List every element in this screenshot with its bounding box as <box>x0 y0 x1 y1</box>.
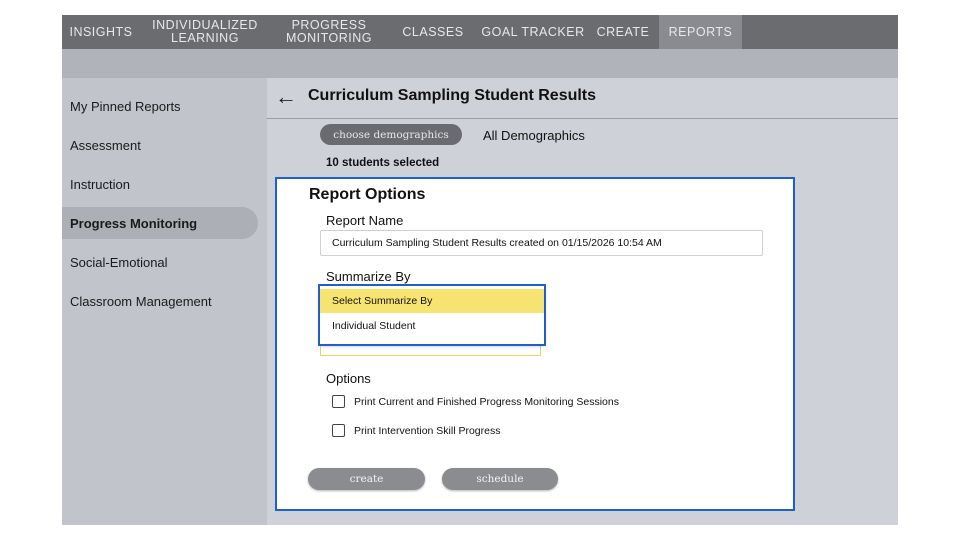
title-row: ← Curriculum Sampling Student Results <box>267 78 898 119</box>
top-nav: INSIGHTS INDIVIDUALIZED LEARNING PROGRES… <box>62 15 898 49</box>
nav-reports[interactable]: REPORTS <box>659 15 742 49</box>
nav-progress-monitoring[interactable]: PROGRESS MONITORING <box>270 15 388 49</box>
nav-individualized-learning[interactable]: INDIVIDUALIZED LEARNING <box>140 15 270 49</box>
sub-bar <box>62 49 898 78</box>
sidebar-item-my-pinned-reports[interactable]: My Pinned Reports <box>62 90 258 122</box>
demographics-value: All Demographics <box>483 128 585 143</box>
sidebar-item-progress-monitoring[interactable]: Progress Monitoring <box>62 207 258 239</box>
choose-demographics-button[interactable]: choose demographics <box>320 124 462 145</box>
sidebar-item-instruction[interactable]: Instruction <box>62 168 258 200</box>
nav-classes[interactable]: CLASSES <box>388 15 478 49</box>
nav-insights[interactable]: INSIGHTS <box>62 15 140 49</box>
back-arrow-icon[interactable]: ← <box>275 84 297 110</box>
dropdown-highlight <box>318 284 546 346</box>
sidebar-item-classroom-management[interactable]: Classroom Management <box>62 285 258 317</box>
students-selected: 10 students selected <box>326 157 440 169</box>
sidebar-item-social-emotional[interactable]: Social-Emotional <box>62 246 258 278</box>
sidebar-item-assessment[interactable]: Assessment <box>62 129 258 161</box>
nav-goal-tracker[interactable]: GOAL TRACKER <box>478 15 588 49</box>
nav-create[interactable]: CREATE <box>588 15 658 49</box>
sidebar: My Pinned Reports Assessment Instruction… <box>62 78 267 525</box>
page-title: Curriculum Sampling Student Results <box>308 87 597 104</box>
